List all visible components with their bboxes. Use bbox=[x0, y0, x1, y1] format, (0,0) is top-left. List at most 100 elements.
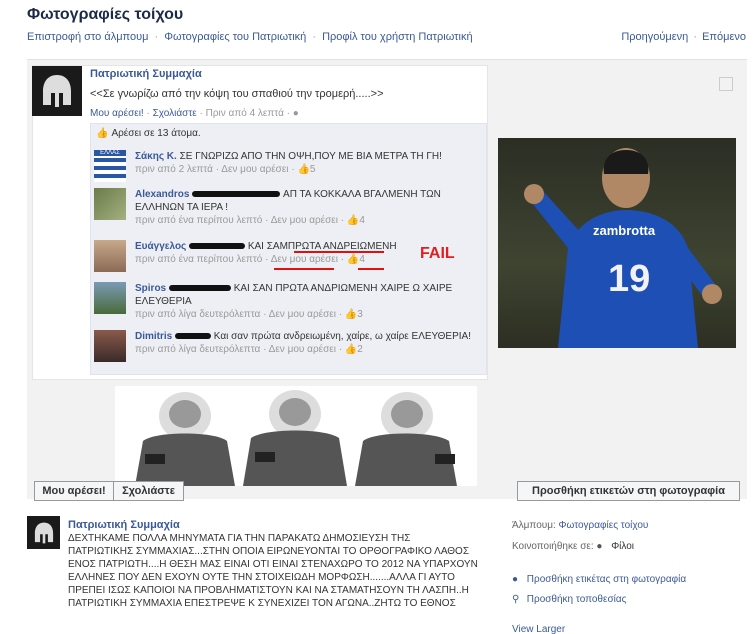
spartan-helmet-icon bbox=[34, 522, 53, 543]
privacy-value[interactable]: Φίλοι bbox=[611, 541, 634, 552]
comment-author: Dimitris bbox=[135, 331, 173, 342]
comment-time: πριν από λίγα δευτερόλεπτα bbox=[135, 344, 261, 355]
meta-separator: · bbox=[199, 108, 203, 119]
comment-time: πριν από ένα περίπου λεπτό bbox=[135, 215, 263, 226]
comment-item: Dimitris Και σαν πρώτα ανδρειωμένη, χαίρ… bbox=[94, 330, 484, 370]
meta-separator: · bbox=[265, 254, 269, 265]
caption-text: ΔΕΧΤΗΚΑΜΕ ΠΟΛΛΑ ΜΗΝΥΜΑΤΑ ΓΙΑ ΤΗΝ ΠΑΡΑΚΑΤ… bbox=[68, 533, 478, 609]
add-tags-button[interactable]: Προσθήκη ετικετών στη φωτογραφία bbox=[517, 481, 740, 501]
redaction-scribble bbox=[192, 191, 281, 198]
meta-separator: · bbox=[338, 344, 343, 355]
add-location-link[interactable]: Προσθήκη τοποθεσίας bbox=[527, 594, 627, 605]
meta-separator: · bbox=[340, 215, 345, 226]
redaction-scribble bbox=[175, 333, 212, 340]
comment-avatar bbox=[94, 240, 126, 272]
meta-separator: · bbox=[286, 108, 290, 119]
nav-separator: · bbox=[312, 31, 317, 43]
next-link[interactable]: Επόμενο bbox=[702, 31, 746, 43]
spartan-helmet-icon bbox=[43, 75, 71, 107]
comment-unlike: Δεν μου αρέσει bbox=[268, 309, 336, 320]
meta-separator: · bbox=[215, 164, 220, 175]
breadcrumb: Επιστροφή στο άλμπουμ · Φωτογραφίες του … bbox=[27, 31, 473, 43]
comment-time: πριν από 2 λεπτά bbox=[135, 164, 213, 175]
jersey-number: 19 bbox=[608, 258, 651, 300]
comment-author: Ευάγγελος bbox=[135, 241, 187, 252]
fail-annotation: FAIL bbox=[420, 245, 455, 262]
embedded-post-author: Πατριωτική Συμμαχία bbox=[90, 68, 202, 80]
profile-link[interactable]: Προφίλ του χρήστη Πατριωτική bbox=[322, 31, 472, 43]
comment-time: πριν από ένα περίπου λεπτό bbox=[135, 254, 263, 265]
comment-avatar bbox=[94, 188, 126, 220]
red-underline-mark bbox=[358, 268, 384, 270]
meta-separator: · bbox=[263, 344, 267, 355]
caption-author-link[interactable]: Πατριωτική Συμμαχία bbox=[68, 519, 180, 531]
comment-avatar bbox=[94, 282, 126, 314]
nav-separator: · bbox=[693, 31, 698, 43]
comment-text: Και σαν πρώτα ανδρειωμένη, χαίρε, ω χαίρ… bbox=[213, 331, 471, 342]
album-link[interactable]: Φωτογραφίες τοίχου bbox=[559, 520, 649, 531]
shared-label: Κοινοποιήθηκε σε: bbox=[512, 541, 594, 552]
like-count-icon: 👍 bbox=[297, 164, 310, 175]
like-count: 4 bbox=[359, 215, 365, 226]
album-info: Άλμπουμ: Φωτογραφίες τοίχου bbox=[512, 520, 648, 531]
thumbs-up-icon: 👍 bbox=[96, 128, 109, 139]
like-count-icon: 👍 bbox=[346, 215, 360, 226]
photos-of-link[interactable]: Φωτογραφίες του Πατριωτική bbox=[164, 31, 306, 43]
likes-summary: 👍 Αρέσει σε 13 άτομα. bbox=[96, 128, 201, 139]
greek-flag-thumbnail: ΕΛΛΑΣ bbox=[94, 150, 126, 182]
view-larger-row: View Larger bbox=[512, 624, 565, 634]
like-count-icon: 👍 bbox=[346, 254, 360, 265]
facepalm-figures-image bbox=[115, 386, 477, 486]
comment-unlike: Δεν μου αρέσει bbox=[221, 164, 289, 175]
comment-time: πριν από λίγα δευτερόλεπτα bbox=[135, 309, 261, 320]
helmet-avatar bbox=[32, 66, 82, 116]
add-location-row: ⚲ Προσθήκη τοποθεσίας bbox=[512, 594, 626, 605]
footballer-photo: zambrotta 19 bbox=[498, 138, 736, 348]
like-button[interactable]: Μου αρέσει! bbox=[34, 481, 114, 501]
meta-separator: · bbox=[340, 254, 345, 265]
meta-separator: · bbox=[291, 164, 295, 175]
comment-body: Spiros ΚΑΙ ΣΑΝ ΠΡΩΤΑ ΑΝΔΡΙΩΜΕΝΗ ΧΑΙΡΕ Ω … bbox=[135, 282, 475, 321]
comment-author: Alexandros bbox=[135, 189, 190, 200]
comment-item: Spiros ΚΑΙ ΣΑΝ ΠΡΩΤΑ ΑΝΔΡΙΩΜΕΝΗ ΧΑΙΡΕ Ω … bbox=[94, 282, 484, 322]
meta-separator: · bbox=[338, 309, 343, 320]
photo-pager: Προηγούμενη · Επόμενο bbox=[621, 31, 746, 43]
like-count: 5 bbox=[309, 164, 316, 175]
comment-unlike: Δεν μου αρέσει bbox=[270, 215, 338, 226]
comment-author: Spiros bbox=[135, 283, 167, 294]
like-count: 3 bbox=[357, 309, 363, 320]
comment-button[interactable]: Σχολιάστε bbox=[113, 481, 184, 501]
comment-item: Alexandros ΑΠ ΤΑ ΚΟΚΚΑΛΑ ΒΓΑΛΜΕΝΗ ΤΩΝ ΕΛ… bbox=[94, 188, 484, 234]
embedded-like-link: Μου αρέσει! bbox=[90, 108, 144, 119]
view-larger-link[interactable]: View Larger bbox=[512, 624, 565, 634]
redaction-scribble bbox=[189, 243, 246, 250]
privacy-info: Κοινοποιήθηκε σε: ● Φίλοι bbox=[512, 541, 634, 552]
back-to-album-link[interactable]: Επιστροφή στο άλμπουμ bbox=[27, 31, 148, 43]
friends-icon: ● bbox=[292, 108, 299, 119]
nav-separator: · bbox=[154, 31, 159, 43]
comment-body: Alexandros ΑΠ ΤΑ ΚΟΚΚΑΛΑ ΒΓΑΛΜΕΝΗ ΤΩΝ ΕΛ… bbox=[135, 188, 475, 227]
like-count-icon: 👍 bbox=[344, 309, 358, 320]
embedded-post-text: <<Σε γνωρίζω από την κόψη του σπαθιού τη… bbox=[90, 88, 384, 100]
meta-separator: · bbox=[146, 108, 150, 119]
comment-avatar bbox=[94, 330, 126, 362]
author-avatar[interactable] bbox=[27, 516, 60, 549]
comment-unlike: Δεν μου αρέσει bbox=[270, 254, 338, 265]
footballer-illustration bbox=[524, 148, 722, 348]
previous-link[interactable]: Προηγούμενη bbox=[621, 31, 688, 43]
page-title: Φωτογραφίες τοίχου bbox=[27, 6, 184, 23]
comment-body: Dimitris Και σαν πρώτα ανδρειωμένη, χαίρ… bbox=[135, 330, 475, 356]
tag-icon: ● bbox=[512, 574, 519, 585]
meta-separator: · bbox=[265, 215, 269, 226]
tag-photo-row: ● Προσθήκη ετικέτας στη φωτογραφία bbox=[512, 574, 686, 585]
tag-photo-link[interactable]: Προσθήκη ετικέτας στη φωτογραφία bbox=[527, 574, 686, 585]
album-label: Άλμπουμ: bbox=[512, 520, 556, 531]
red-underline-mark bbox=[294, 251, 384, 253]
expand-icon[interactable] bbox=[719, 77, 733, 91]
comment-body: Σάκης Κ. ΣΕ ΓΝΩΡΙΖΩ ΑΠΟ ΤΗΝ ΟΨΗ,ΠΟΥ ΜΕ Β… bbox=[135, 150, 475, 176]
like-count: 2 bbox=[357, 344, 363, 355]
comment-text: ΣΕ ΓΝΩΡΙΖΩ ΑΠΟ ΤΗΝ ΟΨΗ,ΠΟΥ ΜΕ ΒΙΑ ΜΕΤΡΑ … bbox=[179, 151, 442, 162]
comment-unlike: Δεν μου αρέσει bbox=[268, 344, 336, 355]
location-pin-icon: ⚲ bbox=[512, 594, 520, 605]
embedded-post-time: Πριν από 4 λεπτά bbox=[205, 108, 284, 119]
